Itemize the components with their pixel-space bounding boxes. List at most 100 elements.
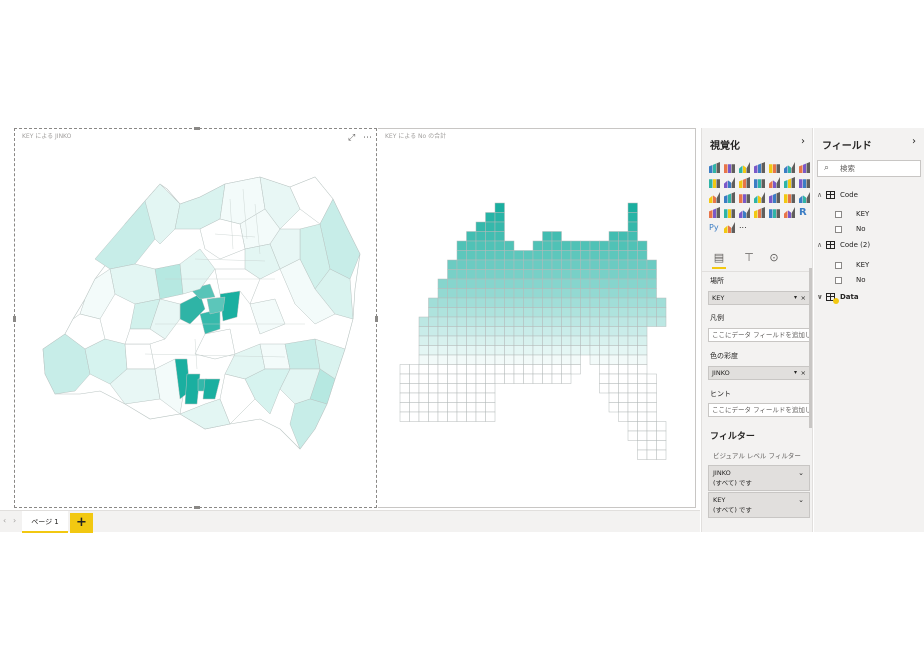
grid-tile[interactable] — [646, 402, 657, 413]
grid-tile[interactable] — [656, 297, 667, 308]
grid-tile[interactable] — [485, 411, 496, 422]
grid-tile[interactable] — [532, 278, 543, 289]
grid-tile[interactable] — [608, 231, 619, 242]
grid-tile[interactable] — [428, 297, 439, 308]
grid-tile[interactable] — [428, 316, 439, 327]
grid-tile[interactable] — [627, 307, 638, 318]
grid-tile[interactable] — [589, 259, 600, 270]
grid-tile[interactable] — [475, 231, 486, 242]
grid-tile[interactable] — [608, 316, 619, 327]
grid-tile[interactable] — [618, 316, 629, 327]
grid-tile[interactable] — [456, 392, 467, 403]
grid-tile[interactable] — [437, 278, 448, 289]
grid-tile[interactable] — [627, 259, 638, 270]
field-item[interactable]: No — [835, 224, 866, 234]
grid-tile[interactable] — [627, 221, 638, 232]
grid-tile[interactable] — [618, 297, 629, 308]
grid-tile[interactable] — [399, 383, 410, 394]
grid-tile[interactable] — [561, 307, 572, 318]
grid-tile[interactable] — [599, 269, 610, 280]
grid-tile[interactable] — [542, 231, 553, 242]
grid-tile[interactable] — [570, 288, 581, 299]
grid-tile[interactable] — [637, 373, 648, 384]
grid-tile[interactable] — [532, 250, 543, 261]
grid-tile[interactable] — [570, 240, 581, 251]
grid-tile[interactable] — [428, 373, 439, 384]
grid-tile[interactable] — [485, 383, 496, 394]
grid-tile[interactable] — [456, 383, 467, 394]
grid-tile[interactable] — [504, 278, 515, 289]
grid-tile[interactable] — [485, 259, 496, 270]
grid-tile[interactable] — [399, 411, 410, 422]
grid-tile[interactable] — [542, 297, 553, 308]
grid-tile[interactable] — [551, 316, 562, 327]
grid-tile[interactable] — [599, 383, 610, 394]
grid-tile[interactable] — [466, 411, 477, 422]
grid-tile[interactable] — [466, 392, 477, 403]
grid-tile[interactable] — [437, 307, 448, 318]
grid-tile[interactable] — [466, 259, 477, 270]
grid-tile[interactable] — [523, 354, 534, 365]
fields-well-tab[interactable]: ▤ — [712, 251, 726, 269]
grid-tile[interactable] — [627, 288, 638, 299]
grid-tile[interactable] — [580, 278, 591, 289]
grid-tile[interactable] — [656, 307, 667, 318]
grid-tile[interactable] — [599, 259, 610, 270]
grid-tile[interactable] — [599, 364, 610, 375]
grid-tile[interactable] — [608, 259, 619, 270]
grid-tile[interactable] — [532, 345, 543, 356]
clustered-bar-icon[interactable] — [724, 164, 735, 173]
grid-tile[interactable] — [437, 383, 448, 394]
grid-tile[interactable] — [504, 297, 515, 308]
grid-tile[interactable] — [561, 278, 572, 289]
grid-tile[interactable] — [475, 354, 486, 365]
grid-tile[interactable] — [418, 354, 429, 365]
grid-tile[interactable] — [475, 240, 486, 251]
grid-tile[interactable] — [570, 364, 581, 375]
matrix-icon[interactable] — [784, 207, 795, 218]
grid-tile[interactable] — [409, 364, 420, 375]
grid-tile[interactable] — [418, 392, 429, 403]
grid-tile[interactable] — [494, 326, 505, 337]
field-checkbox[interactable] — [835, 261, 842, 269]
grid-tile[interactable] — [570, 269, 581, 280]
grid-tile[interactable] — [637, 316, 648, 327]
grid-tile[interactable] — [523, 307, 534, 318]
chevron-down-icon[interactable]: ▾ — [794, 292, 797, 304]
add-page-button[interactable]: + — [70, 513, 93, 533]
grid-tile[interactable] — [627, 430, 638, 441]
field-item[interactable]: KEY — [835, 260, 869, 270]
tooltip-field-well[interactable]: ここにデータ フィールドを追加して... — [708, 403, 810, 417]
field-checkbox[interactable] — [835, 276, 842, 284]
grid-tile[interactable] — [447, 354, 458, 365]
grid-tile[interactable] — [599, 345, 610, 356]
tab-page-1[interactable]: ページ 1 — [22, 511, 68, 533]
grid-tile[interactable] — [475, 297, 486, 308]
grid-tile[interactable] — [627, 354, 638, 365]
grid-tile[interactable] — [494, 288, 505, 299]
clustered-column-icon[interactable] — [769, 164, 780, 173]
grid-tile[interactable] — [542, 316, 553, 327]
grid-tile[interactable] — [637, 297, 648, 308]
grid-tile[interactable] — [447, 411, 458, 422]
grid-tile[interactable] — [466, 364, 477, 375]
grid-tile[interactable] — [542, 307, 553, 318]
treemap-icon[interactable] — [739, 194, 750, 203]
grid-tile[interactable] — [532, 259, 543, 270]
grid-tile[interactable] — [494, 231, 505, 242]
grid-tile[interactable] — [656, 421, 667, 432]
grid-tile[interactable] — [608, 250, 619, 261]
chevron-right-icon[interactable]: › — [912, 136, 916, 147]
grid-tile[interactable] — [409, 402, 420, 413]
grid-tile[interactable] — [523, 278, 534, 289]
grid-tile[interactable] — [399, 392, 410, 403]
grid-tile[interactable] — [656, 430, 667, 441]
grid-tile[interactable] — [646, 373, 657, 384]
grid-tile[interactable] — [599, 316, 610, 327]
grid-tile[interactable] — [608, 345, 619, 356]
prev-page-icon[interactable]: ‹ — [3, 516, 6, 525]
legend-field-well[interactable]: ここにデータ フィールドを追加して... — [708, 328, 810, 342]
grid-tile[interactable] — [513, 278, 524, 289]
grid-tile[interactable] — [513, 297, 524, 308]
grid-tile[interactable] — [627, 421, 638, 432]
